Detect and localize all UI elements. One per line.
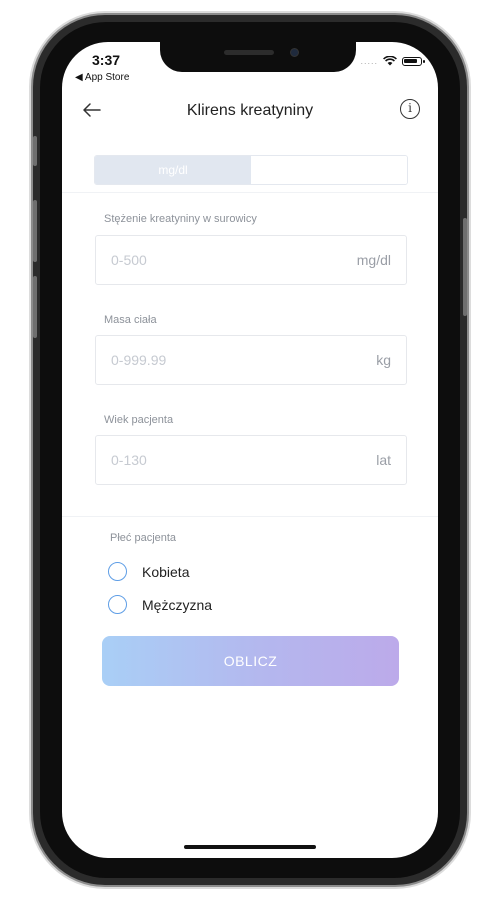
patient-age-label: Wiek pacjenta bbox=[104, 414, 174, 426]
creatinine-unit: mg/dl bbox=[356, 252, 391, 268]
home-indicator[interactable] bbox=[184, 845, 316, 849]
divider bbox=[62, 192, 438, 193]
speaker-grille bbox=[224, 50, 274, 55]
gender-option-label: Mężczyzna bbox=[142, 596, 213, 613]
creatinine-label: Stężenie kreatyniny w surowicy bbox=[104, 213, 257, 225]
phone-volume-down-button bbox=[33, 276, 37, 338]
body-mass-input[interactable] bbox=[111, 336, 331, 384]
battery-icon bbox=[402, 56, 425, 66]
app-screen: 3:37 ◀ App Store ..... Klirens kreatynin… bbox=[62, 42, 438, 858]
info-icon[interactable]: i bbox=[400, 99, 420, 119]
divider bbox=[62, 516, 438, 517]
signal-dots: ..... bbox=[360, 56, 378, 66]
phone-volume-up-button bbox=[33, 200, 37, 262]
patient-age-input[interactable] bbox=[111, 436, 331, 484]
gender-option-female[interactable]: Kobieta bbox=[108, 562, 189, 581]
page-title: Klirens kreatyniny bbox=[186, 102, 314, 119]
notch bbox=[160, 42, 356, 72]
calculate-button[interactable]: OBLICZ bbox=[102, 636, 399, 686]
body-mass-label: Masa ciała bbox=[104, 314, 157, 326]
unit-option-mg-dl[interactable]: mg/dl bbox=[95, 156, 251, 184]
body-mass-field: kg bbox=[95, 335, 407, 385]
radio-button-icon[interactable] bbox=[108, 562, 127, 581]
status-indicators: ..... bbox=[360, 56, 425, 66]
creatinine-input[interactable] bbox=[111, 236, 331, 284]
gender-option-label: Kobieta bbox=[142, 563, 190, 580]
phone-power-button bbox=[463, 218, 467, 316]
gender-label: Płeć pacjenta bbox=[110, 532, 177, 544]
status-time: 3:37 bbox=[92, 52, 121, 68]
navbar: Klirens kreatyniny i bbox=[62, 94, 438, 130]
patient-age-field: lat bbox=[95, 435, 407, 485]
front-camera bbox=[290, 48, 299, 57]
unit-toggle: mg/dl mmol/l bbox=[94, 155, 408, 185]
radio-button-icon[interactable] bbox=[108, 595, 127, 614]
gender-option-male[interactable]: Mężczyzna bbox=[108, 595, 212, 614]
back-to-app-store-link[interactable]: ◀ App Store bbox=[75, 72, 129, 83]
wifi-icon bbox=[383, 56, 397, 66]
patient-age-unit: lat bbox=[376, 452, 391, 468]
phone-side-button bbox=[33, 136, 37, 166]
body-mass-unit: kg bbox=[376, 352, 391, 368]
unit-option-mmol-l[interactable]: mmol/l bbox=[251, 156, 407, 184]
creatinine-field: mg/dl bbox=[95, 235, 407, 285]
